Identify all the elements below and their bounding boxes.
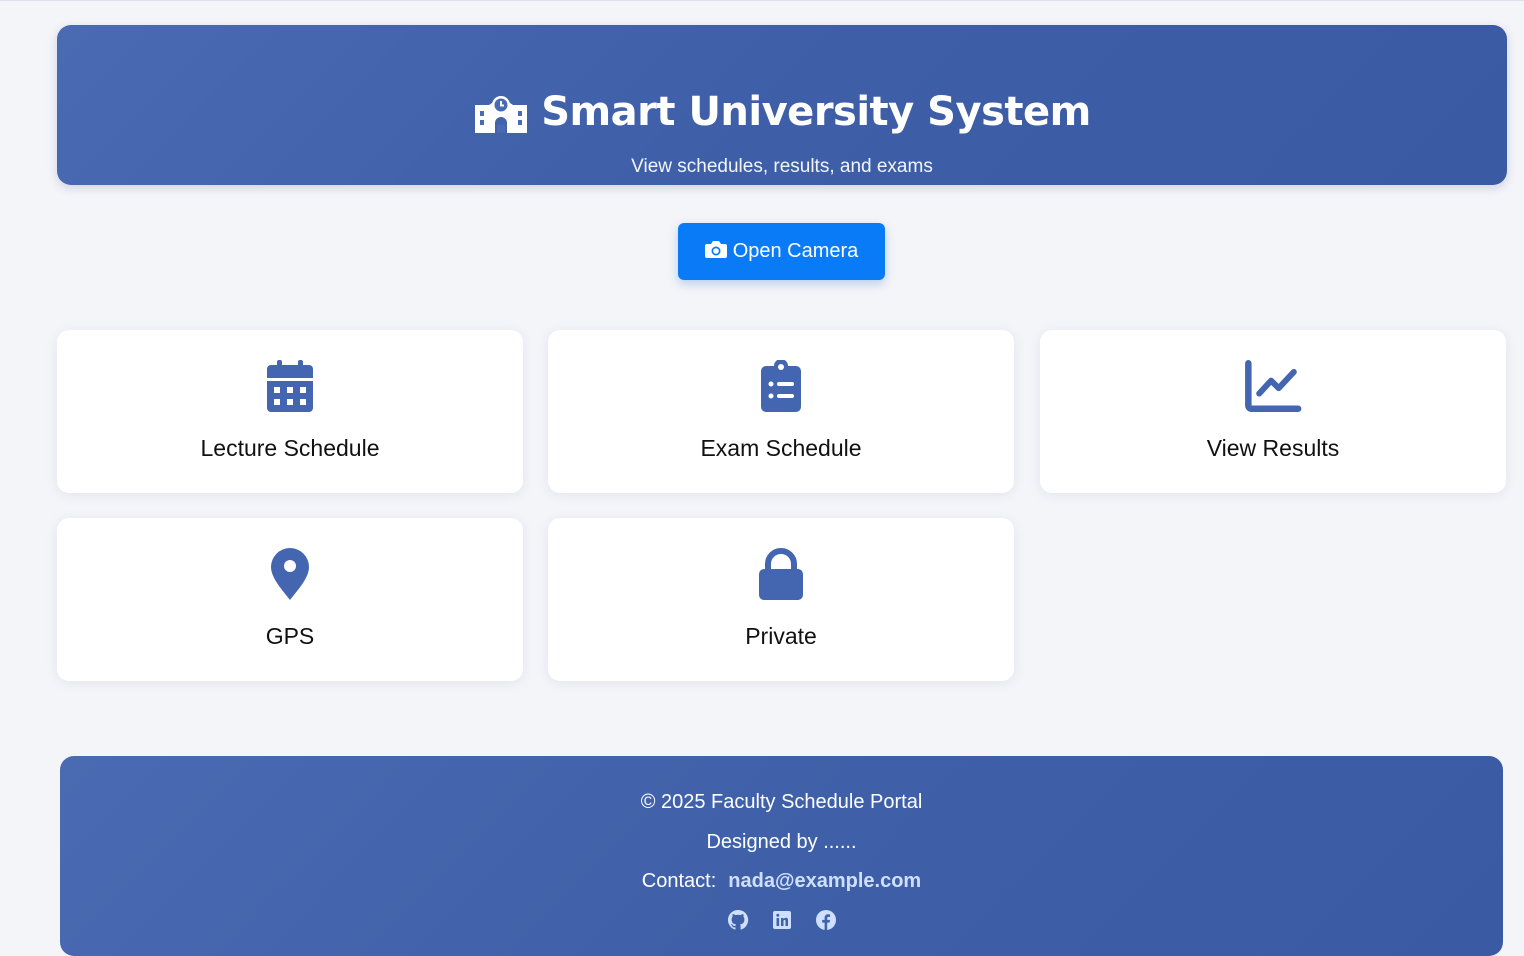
header-title-row: Smart University System [57, 85, 1507, 139]
card-lecture-schedule[interactable]: Lecture Schedule [57, 330, 523, 493]
card-view-results[interactable]: View Results [1040, 330, 1506, 493]
clipboard-list-icon [548, 360, 1014, 412]
contact-label: Contact: [641, 870, 717, 892]
social-links [60, 909, 1503, 931]
footer-designed-by: Designed by ...... [706, 831, 857, 853]
page-title: Smart University System [541, 89, 1091, 135]
calendar-icon [57, 360, 523, 412]
card-label: GPS [265, 623, 315, 649]
linkedin-icon[interactable] [771, 909, 793, 931]
top-border [0, 0, 1524, 1]
location-pin-icon [57, 548, 523, 600]
github-icon[interactable] [727, 909, 749, 931]
open-camera-button[interactable]: Open Camera [678, 223, 885, 280]
card-label: Lecture Schedule [200, 435, 380, 461]
card-label: Exam Schedule [700, 435, 862, 461]
page-header: Smart University System View schedules, … [57, 25, 1507, 185]
contact-email-link[interactable]: nada@example.com [728, 870, 921, 892]
card-label: Private [745, 623, 817, 649]
card-gps[interactable]: GPS [57, 518, 523, 681]
card-private[interactable]: Private [548, 518, 1014, 681]
camera-icon [704, 239, 727, 265]
card-exam-schedule[interactable]: Exam Schedule [548, 330, 1014, 493]
footer-copyright: © 2025 Faculty Schedule Portal [640, 791, 923, 813]
page-footer: © 2025 Faculty Schedule Portal Designed … [60, 756, 1503, 956]
chart-line-icon [1040, 360, 1506, 412]
footer-contact: Contact: nada@example.com [60, 868, 1503, 894]
lock-icon [548, 548, 1014, 600]
open-camera-label: Open Camera [732, 240, 859, 262]
page-subtitle: View schedules, results, and exams [631, 156, 933, 177]
facebook-icon[interactable] [815, 909, 837, 931]
school-icon [473, 87, 529, 138]
card-label: View Results [1206, 435, 1340, 461]
